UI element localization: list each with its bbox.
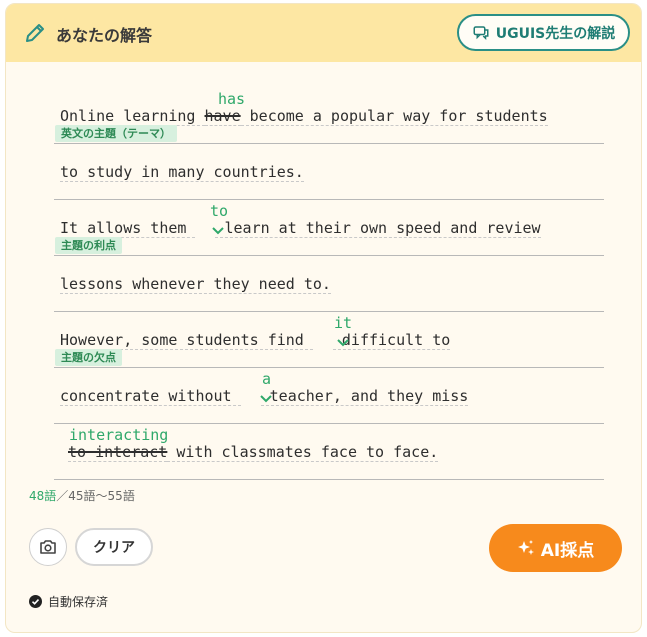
essay-row-3: It allows them learn at their own speed … — [60, 219, 541, 238]
caret-down-icon — [260, 395, 272, 403]
sparkle-icon — [517, 540, 534, 555]
essay-row-5: However, some students find difficult to — [60, 331, 451, 350]
check-circle-icon — [29, 595, 42, 608]
tag-theme: 英文の主題（テーマ） — [55, 125, 177, 142]
answer-header: あなたの解答 UGUIS先生の解説 — [6, 4, 641, 62]
autosave-label: 自動保存済 — [48, 595, 109, 609]
rule-line — [54, 311, 604, 312]
essay-row-4: lessons whenever they need to. — [60, 275, 331, 294]
tag-disadvantage: 主題の欠点 — [55, 349, 122, 366]
word-count-range: ／45語〜55語 — [56, 489, 135, 503]
row7-after: with classmates face to face. — [167, 443, 439, 462]
rule-line — [54, 199, 604, 200]
rule-line — [54, 367, 604, 368]
word-count-current: 48語 — [29, 489, 57, 503]
row1-after: become a popular way for students — [240, 107, 548, 126]
essay-row-7: to interact with classmates face to face… — [60, 443, 439, 462]
camera-icon — [40, 540, 56, 554]
word-count: 48語／45語〜55語 — [29, 487, 135, 504]
row1-before: Online learning — [60, 107, 205, 126]
rule-line — [54, 143, 604, 144]
tag-advantage: 主題の利点 — [55, 237, 122, 254]
camera-button[interactable] — [29, 528, 67, 566]
row3-after: learn at their own speed and review — [215, 219, 541, 238]
insertion-has: has — [218, 90, 246, 108]
ai-score-button[interactable]: AI採点 — [489, 524, 622, 572]
row6-after: teacher, and they miss — [260, 387, 469, 406]
struck-have: have — [204, 107, 241, 126]
rule-line — [54, 479, 604, 480]
rule-line — [54, 423, 604, 424]
row3-before: It allows them — [60, 219, 196, 238]
essay-row-1: Online learning have become a popular wa… — [60, 107, 548, 126]
clear-button[interactable]: クリア — [75, 528, 153, 566]
row4-text: lessons whenever they need to. — [60, 275, 331, 294]
header-title: あなたの解答 — [56, 26, 153, 45]
insertion-interacting: interacting — [69, 426, 169, 444]
struck-to-interact: to interact — [68, 443, 168, 462]
caret-down-icon — [212, 227, 224, 235]
insertion-to: to — [210, 202, 229, 220]
essay-row-2: to study in many countries. — [60, 163, 304, 182]
autosave-status: 自動保存済 — [29, 593, 108, 610]
row5-after: difficult to — [332, 331, 451, 350]
insertion-a: a — [262, 370, 272, 388]
chat-bubble-icon — [473, 25, 489, 40]
caret-down-icon — [337, 339, 349, 347]
answer-card: あなたの解答 UGUIS先生の解説 has Online learning ha… — [5, 3, 642, 633]
ai-score-label: AI採点 — [540, 540, 595, 561]
insertion-it: it — [334, 314, 353, 332]
row5-before: However, some students find — [60, 331, 313, 350]
row6-before: concentrate without — [60, 387, 241, 406]
uguis-explanation-button[interactable]: UGUIS先生の解説 — [457, 14, 630, 51]
rule-line — [54, 255, 604, 256]
row2-text: to study in many countries. — [60, 163, 304, 182]
explain-label: UGUIS先生の解説 — [495, 25, 616, 42]
pencil-icon — [26, 24, 44, 42]
